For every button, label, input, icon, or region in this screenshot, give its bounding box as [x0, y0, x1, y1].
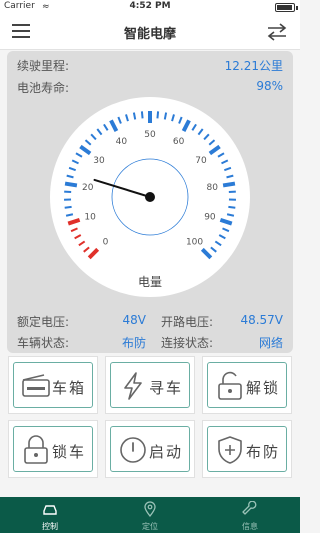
- gauge-tick-label: 50: [144, 130, 156, 140]
- rated-voltage-value: 48V: [122, 313, 146, 327]
- gauge-tick-label: 80: [206, 183, 218, 193]
- gauge-major-tick: [64, 181, 78, 188]
- tab-bar: 控制 定位 信息: [0, 497, 300, 533]
- gauge-tick-label: 20: [82, 183, 94, 193]
- tab-control-label: 控制: [42, 522, 58, 531]
- tab-control[interactable]: 控制: [0, 497, 100, 533]
- nav-bar: 智能电摩: [0, 14, 300, 50]
- unlock-button[interactable]: 解锁: [202, 356, 292, 414]
- tab-location[interactable]: 定位: [100, 497, 200, 533]
- rated-voltage-label: 额定电压:: [17, 315, 70, 329]
- gauge-tick-label: 30: [93, 156, 105, 166]
- start-label: 启动: [149, 443, 184, 461]
- car-icon: [43, 505, 57, 515]
- gauge-tick-label: 10: [84, 212, 96, 222]
- find-car-label: 寻车: [149, 379, 184, 397]
- gauge-label: 电量: [138, 275, 162, 289]
- start-button[interactable]: 启动: [105, 420, 195, 478]
- gauge-tick-label: 0: [103, 238, 109, 248]
- gauge-tick-label: 70: [195, 156, 207, 166]
- lock-label: 锁车: [52, 443, 87, 461]
- location-icon: [144, 501, 156, 517]
- battery-gauge: 0 10 20 30 40 50 60 70 80 90 100 电量: [50, 97, 250, 297]
- gauge-tick-label: 90: [204, 212, 216, 222]
- tab-info[interactable]: 信息: [200, 497, 300, 533]
- vehicle-state-value: 布防: [121, 336, 146, 350]
- lock-button[interactable]: 锁车: [8, 420, 98, 478]
- battery-icon: [275, 3, 295, 12]
- battery-cap: [296, 6, 298, 10]
- connection-label: 连接状态:: [161, 336, 214, 350]
- open-voltage-value: 48.57V: [240, 313, 283, 327]
- wrench-icon: [242, 501, 257, 515]
- range-label: 续驶里程:: [17, 59, 70, 73]
- gauge-minor-tick: [156, 111, 160, 119]
- gauge-tick-label: 100: [186, 238, 203, 248]
- gauge-tick-label: 60: [173, 137, 185, 147]
- trunk-icon: [22, 374, 50, 397]
- open-voltage-label: 开路电压:: [161, 315, 214, 329]
- gauge-minor-tick: [228, 205, 236, 209]
- gauge-minor-tick: [140, 111, 144, 119]
- vehicle-state-label: 车辆状态:: [17, 336, 70, 350]
- gauge-tick-label: 40: [116, 137, 128, 147]
- trunk-button[interactable]: 车箱: [8, 356, 98, 414]
- connection-value: 网络: [258, 336, 283, 350]
- tab-info-label: 信息: [242, 522, 258, 531]
- power-icon: [120, 437, 146, 463]
- clock: 4:52 PM: [129, 1, 171, 11]
- arm-button[interactable]: 布防: [202, 420, 292, 478]
- gauge-major-tick: [222, 181, 236, 188]
- status-bar: Carrier ≈ 4:52 PM: [0, 0, 300, 14]
- lightning-icon: [124, 372, 142, 400]
- gauge-hub: [145, 192, 155, 202]
- gauge-minor-tick: [163, 112, 168, 120]
- unlock-label: 解锁: [246, 379, 281, 397]
- range-value: 12.21公里: [224, 59, 283, 73]
- shield-plus-icon: [218, 436, 242, 464]
- page-title: 智能电摩: [123, 27, 176, 42]
- swap-icon[interactable]: [266, 22, 288, 42]
- arm-label: 布防: [246, 443, 281, 461]
- lock-icon: [24, 435, 48, 464]
- trunk-label: 车箱: [52, 379, 87, 397]
- gauge-minor-tick: [64, 205, 72, 209]
- control-buttons: 车箱 寻车 解锁 锁车 启动 布防: [0, 356, 300, 494]
- range-row: 续驶里程: 12.21公里: [17, 57, 283, 74]
- unlock-icon: [218, 371, 242, 400]
- tab-location-label: 定位: [142, 522, 158, 531]
- find-car-button[interactable]: 寻车: [105, 356, 195, 414]
- gauge-minor-tick: [132, 112, 137, 120]
- battery-life-value: 98%: [256, 79, 283, 93]
